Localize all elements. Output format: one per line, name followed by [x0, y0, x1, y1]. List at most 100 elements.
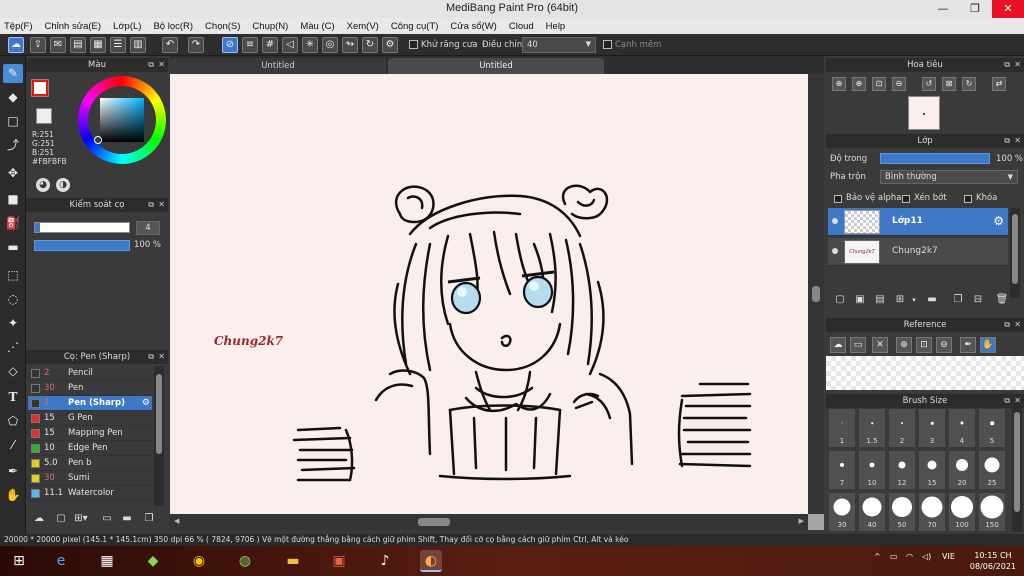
scroll-right-icon[interactable]: ▶ [799, 517, 804, 525]
lock-checkbox[interactable] [964, 195, 972, 203]
folder-icon[interactable]: ▬ [118, 510, 136, 527]
color-mix-icon[interactable]: ◑ [56, 178, 70, 192]
brush-size-slider[interactable] [34, 222, 130, 233]
chevron-up-icon[interactable]: ^ [874, 552, 881, 561]
brush-item[interactable]: 10 Edge Pen [28, 441, 152, 456]
brush-size-value[interactable]: 4 [136, 221, 160, 235]
hand-icon[interactable]: ✋ [980, 337, 996, 353]
flip-icon[interactable]: ⇄ [992, 77, 1006, 91]
zoom-out-icon[interactable]: ⊖ [892, 77, 906, 91]
eye-icon[interactable] [832, 248, 838, 254]
menu-tools[interactable]: Công cụ(T) [391, 21, 439, 32]
color-picker-knob[interactable] [94, 136, 102, 144]
magic-wand-tool-icon[interactable]: ✦ [3, 314, 23, 333]
menu-select[interactable]: Chọn(S) [205, 21, 240, 32]
add-brush-icon[interactable]: ▢ [52, 510, 70, 527]
zoom-in-icon[interactable]: ⊕ [896, 337, 912, 353]
close-button[interactable]: ✕ [992, 0, 1024, 18]
delete-brush-icon[interactable]: ▭ [98, 510, 116, 527]
brush-size-preset[interactable]: 150 [978, 492, 1006, 532]
brush-list-scrollbar[interactable] [154, 366, 164, 506]
share-icon[interactable]: ⇪ [30, 37, 46, 53]
layer-opacity-slider[interactable] [880, 153, 990, 164]
wifi-icon[interactable]: ◠ [906, 552, 913, 561]
brush-size-preset[interactable]: 25 [978, 450, 1006, 490]
brush-size-preset[interactable]: 10 [858, 450, 886, 490]
dropper-tool-icon[interactable]: ⁄ [3, 436, 23, 455]
menu-file[interactable]: Tệp(F) [4, 21, 33, 32]
menu-cloud[interactable]: Cloud [509, 21, 534, 32]
chevron-down-icon[interactable]: ▾ [906, 292, 922, 308]
duplicate-layer-icon[interactable]: ❐ [950, 292, 966, 308]
snap-radial-icon[interactable]: ✳ [302, 37, 318, 53]
snap-circle-icon[interactable]: ◎ [322, 37, 338, 53]
cloud-reference-icon[interactable]: ☁ [830, 337, 846, 353]
brush-item[interactable]: 5.0 Pen b [28, 456, 152, 471]
brush-item[interactable]: 30 Pen [28, 381, 152, 396]
text-tool-icon[interactable]: T [3, 388, 23, 407]
brush-size-preset[interactable]: 4 [948, 408, 976, 448]
brush-size-preset[interactable]: 1 [828, 408, 856, 448]
scrollbar-thumb[interactable] [1012, 214, 1018, 284]
powerpoint-icon[interactable]: ▣ [328, 550, 350, 572]
internet-explorer-icon[interactable]: e [50, 550, 72, 572]
document-tab-active[interactable]: Untitled [388, 58, 604, 74]
color-wheel[interactable] [78, 76, 166, 164]
fit-icon[interactable]: ⊡ [872, 77, 886, 91]
new-halftone-layer-icon[interactable]: ▤ [872, 292, 888, 308]
eyedropper-tool-icon[interactable]: ✒ [3, 462, 23, 481]
hand-tool-icon[interactable]: ✋ [3, 486, 23, 505]
redo-icon[interactable]: ↷ [188, 37, 204, 53]
scrollbar-thumb[interactable] [812, 286, 820, 302]
rotate-left-icon[interactable]: ↺ [922, 77, 936, 91]
brush-size-preset[interactable]: 15 [918, 450, 946, 490]
rotate-right-icon[interactable]: ↻ [962, 77, 976, 91]
menu-window[interactable]: Cửa sổ(W) [450, 21, 496, 32]
menu-edit[interactable]: Chỉnh sửa(E) [45, 21, 102, 32]
fit-icon[interactable]: ⊡ [916, 337, 932, 353]
copy-brush-icon[interactable]: ❐ [140, 510, 158, 527]
brush-opacity-slider[interactable] [34, 240, 130, 251]
panel-close-icon[interactable]: ✕ [1014, 58, 1021, 72]
move-tool-icon[interactable]: ✥ [3, 164, 23, 183]
clipping-checkbox[interactable] [902, 195, 910, 203]
select-eraser-tool-icon[interactable]: ◇ [3, 362, 23, 381]
gradient-tool-icon[interactable]: ▬ [3, 238, 23, 257]
layer-item[interactable]: Chung2k7 Chung2k7 [828, 238, 1008, 266]
message-icon[interactable]: ▤ [70, 37, 86, 53]
undock-icon[interactable]: ⧉ [1004, 134, 1010, 148]
panel-close-icon[interactable]: ✕ [1014, 318, 1021, 332]
brush-item[interactable]: 30 Sumi [28, 471, 152, 486]
brush-size-preset[interactable]: 50 [888, 492, 916, 532]
panel-close-icon[interactable]: ✕ [158, 58, 165, 72]
layer-folder-icon[interactable]: ▬ [924, 292, 940, 308]
brush-tool-icon[interactable]: ✎ [3, 64, 23, 83]
fill-shape-tool-icon[interactable]: ■ [3, 190, 23, 209]
scrollbar-thumb[interactable] [418, 518, 450, 526]
delete-layer-icon[interactable]: 🗑 [994, 292, 1010, 308]
chrome-icon[interactable]: ◉ [188, 550, 210, 572]
add-brush-menu-icon[interactable]: ⊞▾ [72, 510, 90, 527]
panel-close-icon[interactable]: ✕ [158, 198, 165, 212]
list-icon[interactable]: ☰ [110, 37, 126, 53]
brush-size-preset[interactable]: 12 [888, 450, 916, 490]
navigator-preview[interactable] [908, 96, 940, 130]
app-icon[interactable]: ◍ [234, 550, 256, 572]
blur-tool-icon[interactable]: ⤴ [3, 136, 23, 155]
scrollbar-thumb[interactable] [156, 374, 162, 454]
snap-off-icon[interactable]: ⊘ [222, 37, 238, 53]
volume-icon[interactable]: ◁) [922, 552, 931, 561]
file-explorer-icon[interactable]: ▬ [282, 550, 304, 572]
snap-curve-icon[interactable]: ↬ [342, 37, 358, 53]
drawing-canvas[interactable]: Chung2k7 [170, 74, 808, 514]
medibang-taskbar-icon[interactable]: ◐ [420, 550, 442, 572]
bluestacks-icon[interactable]: ◆ [142, 550, 164, 572]
tiktok-icon[interactable]: ♪ [374, 550, 396, 572]
brush-size-preset[interactable]: 7 [828, 450, 856, 490]
palette-icon[interactable]: ◕ [36, 178, 50, 192]
brush-size-preset[interactable]: 3 [918, 408, 946, 448]
saturation-square[interactable] [100, 98, 144, 142]
network-icon[interactable]: ▭ [890, 552, 898, 561]
select-tool-icon[interactable]: ⬚ [3, 266, 23, 285]
brush-item[interactable]: 11.1 Watercolor [28, 486, 152, 501]
